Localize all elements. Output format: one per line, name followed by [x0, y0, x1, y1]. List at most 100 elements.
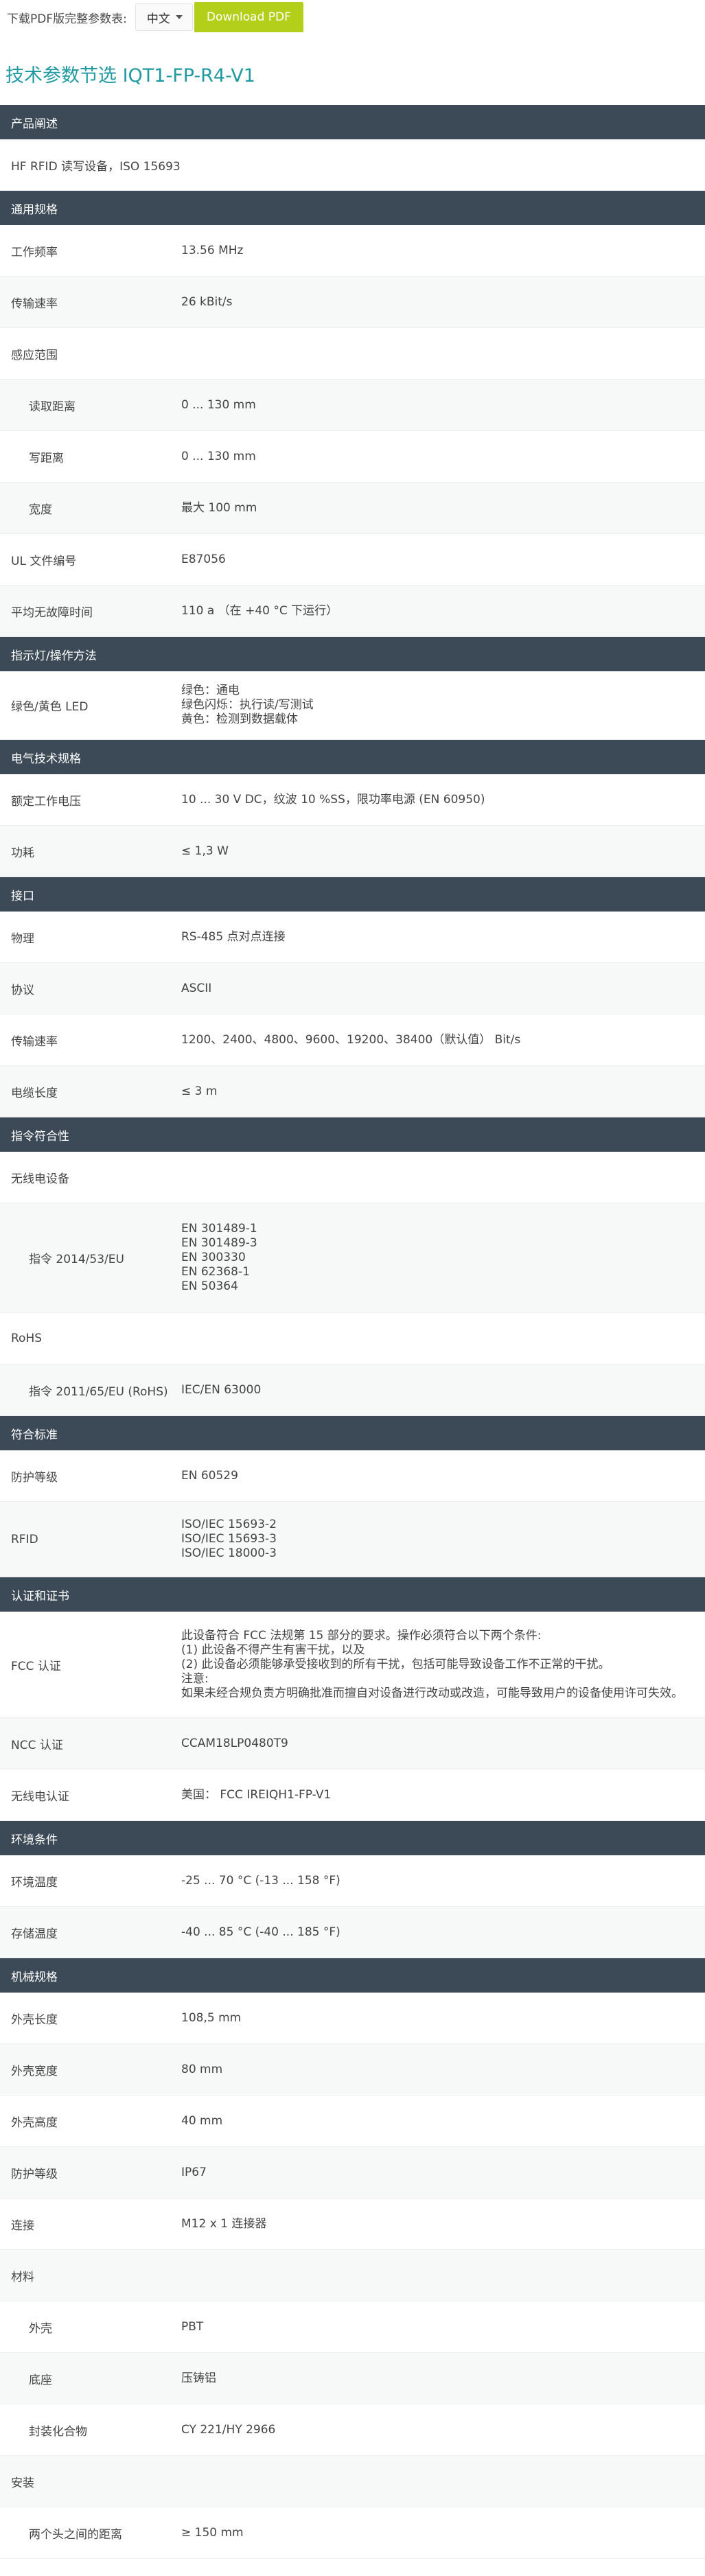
section-header: 电气技术规格	[0, 740, 705, 774]
spec-label: 读取距离	[29, 399, 76, 414]
spec-value-line: ≤ 3 m	[181, 1084, 218, 1098]
spec-row: 防护等级 EN 60529	[0, 1450, 705, 1502]
spec-row: 环境温度 -25 ... 70 °C (-13 ... 158 °F)	[0, 1855, 705, 1907]
spec-value: 40 mm	[181, 2114, 705, 2128]
download-pdf-button[interactable]: Download PDF	[194, 2, 303, 32]
spec-value: 10 ... 30 V DC，纹波 10 %SS，限功率电源 (EN 60950…	[181, 793, 705, 807]
language-select[interactable]: 中文	[135, 3, 193, 31]
spec-row: RoHS	[0, 1313, 705, 1365]
spec-row: 额定工作电压 10 ... 30 V DC，纹波 10 %SS，限功率电源 (EN…	[0, 774, 705, 826]
spec-value-line: ASCII	[181, 981, 212, 995]
spec-label: 绿色/黄色 LED	[11, 700, 89, 714]
spec-value-line: 80 mm	[181, 2062, 223, 2076]
spec-row: 传输速率 26 kBit/s	[0, 277, 705, 328]
spec-label: 无线电认证	[11, 1789, 69, 1804]
spec-value: 108,5 mm	[181, 2011, 705, 2026]
section-header: 环境条件	[0, 1821, 705, 1855]
spec-label: RFID	[11, 1532, 38, 1546]
spec-row: 绿色/黄色 LED 绿色：通电 绿色闪烁：执行读/写测试 黄色：检测到数据载体	[0, 671, 705, 740]
spec-label: 连接	[11, 2218, 34, 2233]
spec-value: 110 a （在 +40 °C 下运行）	[181, 604, 705, 618]
spec-value: PBT	[181, 2320, 705, 2334]
spec-value: 压铸铝	[181, 2371, 705, 2386]
spec-value: IP67	[181, 2166, 705, 2180]
spec-value-line: EN 300330	[181, 1251, 246, 1264]
spec-value: ASCII	[181, 982, 705, 996]
spec-label: 电缆长度	[11, 1086, 58, 1100]
spec-value-line: 0 ... 130 mm	[181, 397, 256, 412]
spec-value-line: IP67	[181, 2165, 207, 2179]
spec-value-line: 10 ... 30 V DC，纹波 10 %SS，限功率电源 (EN 60950…	[181, 792, 485, 807]
spec-label: 两个头之间的距离	[29, 2527, 122, 2542]
spec-label: NCC 认证	[11, 1738, 63, 1752]
spec-label: 防护等级	[11, 2167, 58, 2181]
spec-value-line: 压铸铝	[181, 2371, 216, 2385]
spec-value: 1200、2400、4800、9600、19200、38400（默认值） Bit…	[181, 1033, 705, 1047]
spec-value: IEC/EN 63000	[181, 1383, 705, 1397]
spec-value-line: 0 ... 130 mm	[181, 449, 256, 463]
spec-row: RFID ISO/IEC 15693-2 ISO/IEC 15693-3 ISO/IE…	[0, 1502, 705, 1577]
spec-label: 平均无故障时间	[11, 605, 93, 620]
spec-row: 读取距离 0 ... 130 mm	[0, 380, 705, 431]
spec-value-line: -40 ... 85 °C (-40 ... 185 °F)	[181, 1925, 340, 1939]
spec-value-line: IEC/EN 63000	[181, 1382, 262, 1397]
spec-value-line: (2) 此设备必须能够承受接收到的所有干扰，包括可能导致设备工作不正常的干扰。	[181, 1657, 610, 1671]
spec-value-line: 110 a （在 +40 °C 下运行）	[181, 603, 338, 618]
spec-label: 传输速率	[11, 297, 58, 311]
spec-label: 功耗	[11, 846, 34, 860]
spec-label: 外壳长度	[11, 2012, 58, 2027]
spec-value-line: 美国： FCC IREIQH1-FP-V1	[181, 1787, 332, 1802]
spec-value-line: EN 60529	[181, 1468, 238, 1483]
spec-value: 13.56 MHz	[181, 244, 705, 258]
spec-value-line: 40 mm	[181, 2113, 223, 2128]
spec-value-line: (1) 此设备不得产生有害干扰，以及	[181, 1643, 365, 1657]
spec-value: 26 kBit/s	[181, 295, 705, 310]
spec-value-line: CCAM18LP0480T9	[181, 1736, 288, 1750]
spec-label: FCC 认证	[11, 1659, 61, 1673]
section-header: 产品阐述	[0, 105, 705, 139]
spec-value-line: ISO/IEC 18000-3	[181, 1546, 277, 1560]
spec-value-line: ≥ 150 mm	[181, 2525, 244, 2540]
spec-label: 防护等级	[11, 1470, 58, 1485]
spec-value-line: 26 kBit/s	[181, 294, 233, 309]
spec-label: 封装化合物	[29, 2424, 87, 2439]
download-prompt: 下载PDF版完整参数表:	[7, 12, 127, 26]
spec-value: 此设备符合 FCC 法规第 15 部分的要求。操作必须符合以下两个条件: (1) …	[181, 1629, 705, 1701]
spec-row: 协议 ASCII	[0, 963, 705, 1014]
spec-row: FCC 认证 此设备符合 FCC 法规第 15 部分的要求。操作必须符合以下两个条…	[0, 1612, 705, 1718]
spec-label: 材料	[11, 2270, 34, 2284]
spec-row: 外壳高度 40 mm	[0, 2096, 705, 2147]
spec-value-line: EN 301489-1	[181, 1222, 257, 1235]
spec-value: E87056	[181, 553, 705, 567]
spec-row: 安装	[0, 2456, 705, 2507]
spec-value: 0 ... 130 mm	[181, 450, 705, 464]
spec-value: -25 ... 70 °C (-13 ... 158 °F)	[181, 1874, 705, 1888]
spec-value: 80 mm	[181, 2063, 705, 2077]
section-header: 符合标准	[0, 1416, 705, 1450]
spec-value: EN 301489-1 EN 301489-3 EN 300330 EN 62368-…	[181, 1222, 705, 1294]
spec-label: 指令 2011/65/EU (RoHS)	[29, 1384, 168, 1399]
spec-label: UL 文件编号	[11, 554, 77, 568]
spec-value: 0 ... 130 mm	[181, 398, 705, 413]
page-title: 技术参数节选 IQT1-FP-R4-V1	[5, 65, 255, 86]
spec-label: 协议	[11, 983, 34, 997]
spec-value-line: EN 50364	[181, 1279, 238, 1293]
spec-value: 美国： FCC IREIQH1-FP-V1	[181, 1788, 705, 1802]
spec-value-line: -25 ... 70 °C (-13 ... 158 °F)	[181, 1873, 340, 1888]
spec-value-line: EN 62368-1	[181, 1265, 250, 1279]
spec-row: 外壳长度 108,5 mm	[0, 1993, 705, 2044]
language-value: 中文	[146, 12, 170, 26]
spec-value: RS-485 点对点连接	[181, 930, 705, 944]
section-header: 指示灯/操作方法	[0, 637, 705, 671]
spec-row: 指令 2014/53/EU EN 301489-1 EN 301489-3 EN 30…	[0, 1203, 705, 1313]
spec-value-line: PBT	[181, 2319, 204, 2334]
spec-label: HF RFID 读写设备，ISO 15693	[11, 159, 181, 174]
spec-label: 安装	[11, 2476, 34, 2490]
spec-value-line: 绿色：通电	[181, 684, 240, 697]
spec-row: 传输速率 1200、2400、4800、9600、19200、38400（默认值）…	[0, 1014, 705, 1066]
section-header: 机械规格	[0, 1958, 705, 1993]
spec-label: 无线电设备	[11, 1172, 69, 1186]
spec-value: ≤ 3 m	[181, 1084, 705, 1099]
spec-value-line: 注意:	[181, 1671, 209, 1686]
spec-row: 宽度 最大 100 mm	[0, 483, 705, 534]
